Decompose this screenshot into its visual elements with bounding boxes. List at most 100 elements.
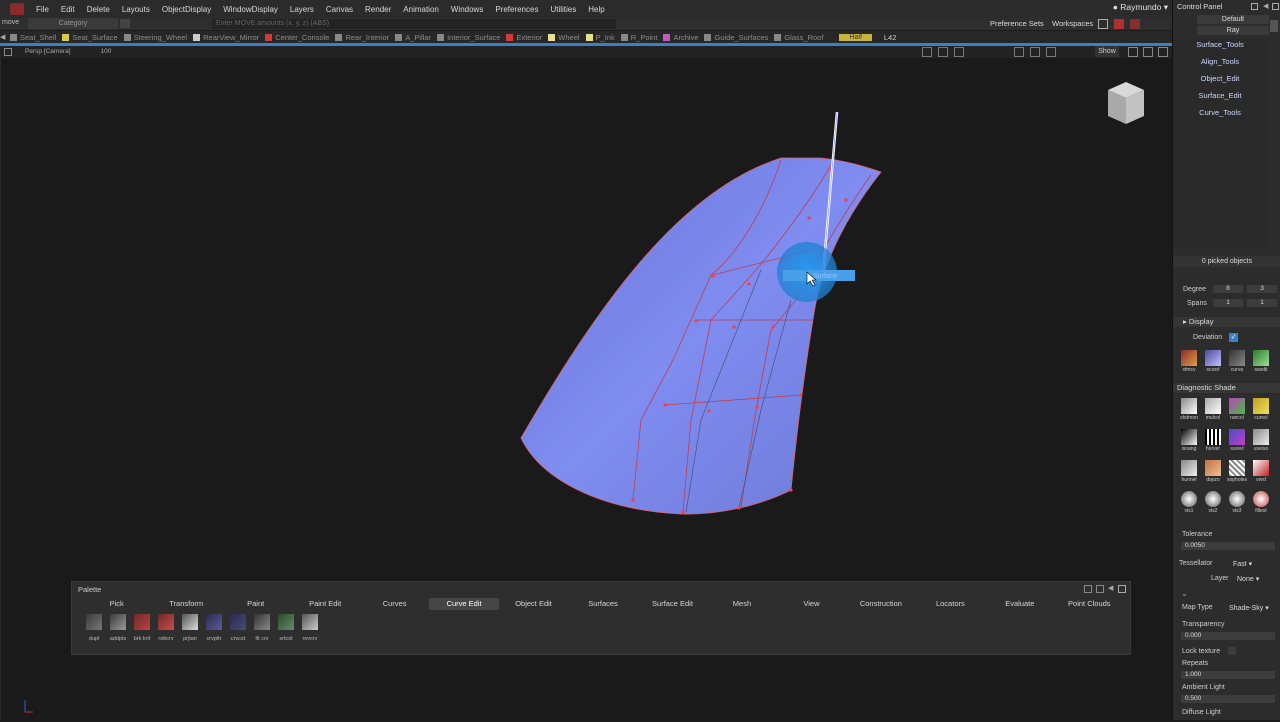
tab-transform[interactable]: Transform: [151, 598, 220, 610]
menu-windowdisplay[interactable]: WindowDisplay: [217, 5, 284, 14]
tab-locators[interactable]: Locators: [916, 598, 985, 610]
frame-icon[interactable]: [1014, 47, 1024, 57]
tool-fillest[interactable]: fillest: [1249, 491, 1273, 514]
shelf-tab[interactable]: A_Pillar: [395, 33, 431, 42]
shelf-tab[interactable]: Rear_Interior: [335, 33, 389, 42]
move-icon[interactable]: [1046, 47, 1056, 57]
lock-texture-checkbox[interactable]: [1228, 647, 1236, 655]
home-icon[interactable]: [1114, 19, 1124, 29]
zoom-icon[interactable]: [954, 47, 964, 57]
record-icon[interactable]: [1130, 19, 1140, 29]
chevron-down-icon[interactable]: ⌄: [1181, 589, 1188, 598]
shelf-surface-tools[interactable]: Surface_Tools: [1179, 38, 1261, 52]
prompt-line[interactable]: Enter MOVE amounts (x, y, z) (ABS): [212, 19, 616, 29]
tool-rebcrv[interactable]: rebcrv: [154, 614, 178, 642]
menu-help[interactable]: Help: [582, 5, 610, 14]
tab-surface-edit[interactable]: Surface Edit: [638, 598, 707, 610]
preset-dropdown[interactable]: Default: [1197, 15, 1269, 24]
tab-paint-edit[interactable]: Paint Edit: [290, 598, 359, 610]
tab-mesh[interactable]: Mesh: [707, 598, 776, 610]
maximize-icon[interactable]: [1143, 47, 1153, 57]
minimize-icon[interactable]: [1128, 47, 1138, 57]
tool-vis1[interactable]: vis1: [1177, 491, 1201, 514]
tab-curves[interactable]: Curves: [360, 598, 429, 610]
tool-revcrv[interactable]: revcrv: [298, 614, 322, 642]
tolerance-field[interactable]: 0.0050: [1181, 542, 1275, 550]
user-menu[interactable]: ● Raymundo ▾: [1113, 2, 1168, 13]
tessellator-dropdown[interactable]: Fast ▾: [1233, 560, 1252, 568]
tool-brk-knf[interactable]: brk knf: [130, 614, 154, 642]
palette-collapse-icon[interactable]: ◀: [1108, 585, 1116, 593]
shelf-curve-tools[interactable]: Curve_Tools: [1179, 106, 1261, 120]
tool-prjtan[interactable]: prjtan: [178, 614, 202, 642]
menu-preferences[interactable]: Preferences: [489, 5, 544, 14]
tool-fit-crv[interactable]: fit crv: [250, 614, 274, 642]
degree-u-field[interactable]: 8: [1213, 285, 1243, 293]
tab-view[interactable]: View: [777, 598, 846, 610]
tab-pick[interactable]: Pick: [82, 598, 151, 610]
window-close-icon[interactable]: [1158, 47, 1168, 57]
tool-horver[interactable]: horver: [1201, 429, 1225, 452]
ambient-light-field[interactable]: 0.500: [1181, 695, 1275, 703]
tool-dupl[interactable]: dupl: [82, 614, 106, 642]
tool-curevl[interactable]: curevl: [1249, 398, 1273, 421]
menu-edit[interactable]: Edit: [55, 5, 81, 14]
shelf-tab[interactable]: Center_Console: [265, 33, 329, 42]
diagnostic-shade-header[interactable]: Diagnostic Shade: [1173, 383, 1280, 393]
tool-useiso[interactable]: useiso: [1249, 429, 1273, 452]
tool-scssrf[interactable]: scssrf: [1201, 350, 1225, 373]
tool-rancol[interactable]: rancol: [1225, 398, 1249, 421]
repeats-field[interactable]: 1.000: [1181, 671, 1275, 679]
tool-hunnel[interactable]: hunnel: [1177, 460, 1201, 483]
menu-animation[interactable]: Animation: [397, 5, 445, 14]
tab-construction[interactable]: Construction: [846, 598, 915, 610]
shelf-align-tools[interactable]: Align_Tools: [1179, 55, 1261, 69]
tool-crvcst[interactable]: crvcst: [226, 614, 250, 642]
tool-addpts[interactable]: addpts: [106, 614, 130, 642]
tab-paint[interactable]: Paint: [221, 598, 290, 610]
tool-mulcol[interactable]: mulcol: [1201, 398, 1225, 421]
render-mode-dropdown[interactable]: Ray: [1197, 26, 1269, 35]
panel-collapse-icon[interactable]: ◀: [1263, 3, 1270, 10]
chevron-left-icon[interactable]: ◀: [0, 33, 10, 41]
shelf-tab[interactable]: Seat_Surface: [62, 33, 118, 42]
shelf-tab[interactable]: Wheel: [548, 33, 580, 42]
category-dropdown[interactable]: Category: [28, 18, 118, 29]
tab-point-clouds[interactable]: Point Clouds: [1055, 598, 1124, 610]
tool-shdmon[interactable]: shdmon: [1177, 398, 1201, 421]
shelf-surface-edit[interactable]: Surface_Edit: [1179, 89, 1261, 103]
shelf-object-edit[interactable]: Object_Edit: [1179, 72, 1261, 86]
view-cube-icon[interactable]: [1106, 80, 1146, 126]
scrollbar[interactable]: [1270, 20, 1278, 32]
search-icon[interactable]: [120, 19, 130, 28]
tab-curve-edit[interactable]: Curve Edit: [429, 598, 499, 610]
preference-sets-button[interactable]: Preference Sets: [990, 19, 1044, 28]
menu-render[interactable]: Render: [359, 5, 397, 14]
layer-dropdown[interactable]: None ▾: [1237, 575, 1259, 583]
tool-curva[interactable]: curva: [1225, 350, 1249, 373]
layout-icon[interactable]: [1098, 19, 1108, 29]
tool-vred[interactable]: vred: [1249, 460, 1273, 483]
transparency-field[interactable]: 0.000: [1181, 632, 1275, 640]
menu-delete[interactable]: Delete: [81, 5, 116, 14]
spans-v-field[interactable]: 1: [1247, 299, 1277, 307]
shelf-tab[interactable]: Archive: [663, 33, 698, 42]
palette-list-icon[interactable]: [1096, 585, 1104, 593]
shelf-tab[interactable]: Exterior: [506, 33, 542, 42]
workspaces-button[interactable]: Workspaces: [1052, 19, 1093, 28]
tool-sopholes[interactable]: sopholes: [1225, 460, 1249, 483]
tab-evaluate[interactable]: Evaluate: [985, 598, 1054, 610]
panel-close-icon[interactable]: [1272, 3, 1279, 10]
menu-objectdisplay[interactable]: ObjectDisplay: [156, 5, 217, 14]
tool-isoang[interactable]: isoang: [1177, 429, 1201, 452]
shelf-tab[interactable]: Seat_Shell: [10, 33, 56, 42]
menu-file[interactable]: File: [30, 5, 55, 14]
show-button[interactable]: Show: [1095, 46, 1119, 57]
grid-icon[interactable]: [922, 47, 932, 57]
shelf-tab[interactable]: Steering_Wheel: [123, 33, 187, 42]
palette-layout-icon[interactable]: [1084, 585, 1092, 593]
close-icon[interactable]: [4, 48, 12, 56]
tool-crvpltr[interactable]: crvpltr: [202, 614, 226, 642]
menu-layers[interactable]: Layers: [284, 5, 320, 14]
shelf-tab[interactable]: P_Ink: [585, 33, 615, 42]
